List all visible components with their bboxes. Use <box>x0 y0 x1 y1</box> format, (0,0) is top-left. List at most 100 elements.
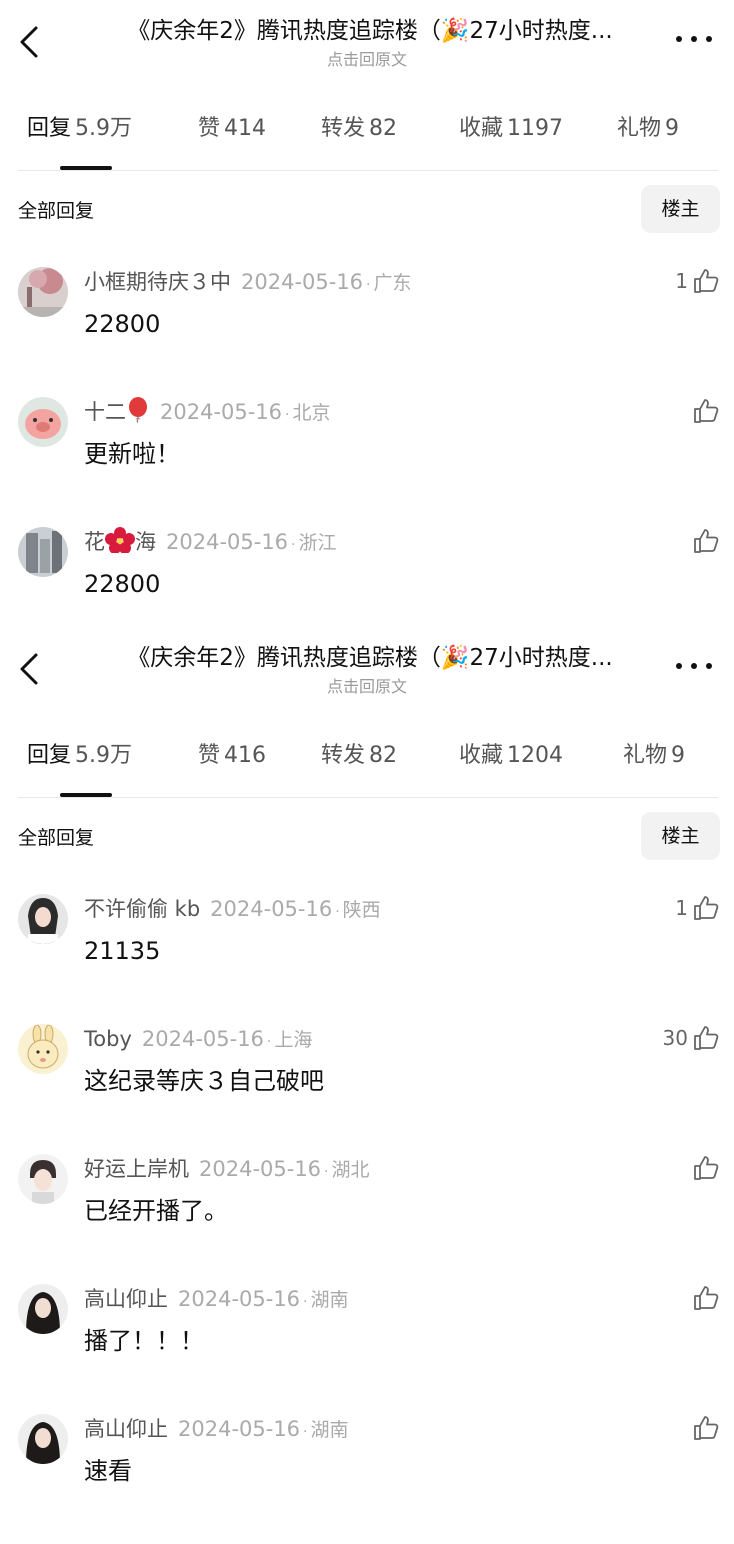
comment-location: 湖南 <box>310 1289 349 1311</box>
comment-meta: 不许偷偷 kb 2024-05-16 · 陕西 <box>84 897 381 921</box>
username[interactable]: 不许偷偷 kb <box>84 897 200 921</box>
username[interactable]: 高山仰止 <box>84 1287 168 1311</box>
avatar[interactable] <box>18 397 68 447</box>
comment-meta: 十二 2024-05-16 · 北京 <box>84 397 331 430</box>
thumbs-up-icon <box>694 1416 719 1440</box>
avatar[interactable] <box>18 1284 68 1334</box>
avatar[interactable] <box>18 267 68 317</box>
comment-location: 陕西 <box>342 899 381 921</box>
top-bar: 《庆余年2》腾讯热度追踪楼（🎉27小时热度... 点击回原文 <box>0 0 734 80</box>
tab-likes[interactable]: 赞 414 <box>198 110 266 142</box>
like-button[interactable] <box>688 395 720 427</box>
comment-location: 湖南 <box>310 1419 349 1441</box>
username[interactable]: 小框期待庆３中 <box>84 270 231 294</box>
comment-text: 22800 <box>84 570 161 598</box>
comment-location: 北京 <box>292 402 331 424</box>
like-button[interactable] <box>688 1412 720 1444</box>
like-button[interactable]: 1 <box>675 892 720 924</box>
avatar[interactable] <box>18 1154 68 1204</box>
avatar[interactable] <box>18 894 68 944</box>
comment-text: 更新啦！ <box>84 440 180 468</box>
hibiscus-icon <box>105 527 135 553</box>
thumbs-up-icon <box>694 529 719 553</box>
tab-favorites[interactable]: 收藏 1204 <box>459 737 563 769</box>
comment-meta: 花海 2024-05-16 · 浙江 <box>84 527 337 560</box>
like-button[interactable]: 1 <box>675 265 720 297</box>
comment-text: 21135 <box>84 937 161 965</box>
comment-meta: 高山仰止 2024-05-16 · 湖南 <box>84 1287 349 1311</box>
tab-reposts[interactable]: 转发 82 <box>321 737 397 769</box>
comment-date: 2024-05-16 <box>199 1157 322 1181</box>
stats-tabs: 回复 5.9万 赞 416 转发 82 收藏 1204 礼物 9 <box>0 737 734 797</box>
page-title[interactable]: 《庆余年2》腾讯热度追踪楼（🎉27小时热度... <box>100 641 640 675</box>
comment-text: 22800 <box>84 310 161 338</box>
comment-date: 2024-05-16 <box>141 1027 264 1051</box>
comment-meta: Toby 2024-05-16 · 上海 <box>84 1027 313 1051</box>
back-to-original-link[interactable]: 点击回原文 <box>0 673 734 697</box>
comment-meta: 好运上岸机 2024-05-16 · 湖北 <box>84 1157 370 1181</box>
thumbs-up-icon <box>694 1026 719 1050</box>
like-count: 1 <box>675 269 688 293</box>
avatar[interactable] <box>18 1414 68 1464</box>
owner-only-button[interactable]: 楼主 <box>641 812 720 860</box>
screenshot-panel-2: 《庆余年2》腾讯热度追踪楼（🎉27小时热度... 点击回原文 回复 5.9万 赞4… <box>0 627 734 1500</box>
like-button[interactable] <box>688 1152 720 1184</box>
owner-only-button[interactable]: 楼主 <box>641 185 720 233</box>
username[interactable]: 十二 <box>84 397 150 424</box>
like-count: 1 <box>675 896 688 920</box>
screenshot-panel-1: 《庆余年2》腾讯热度追踪楼（🎉27小时热度... 点击回原文 回复 5.9万 赞4… <box>0 0 734 627</box>
divider <box>18 797 718 798</box>
tab-gifts[interactable]: 礼物 9 <box>617 110 679 142</box>
tab-favorites[interactable]: 收藏 1197 <box>459 110 563 142</box>
all-replies-label: 全部回复 <box>18 200 95 222</box>
comment-date: 2024-05-16 <box>178 1417 301 1441</box>
page-title[interactable]: 《庆余年2》腾讯热度追踪楼（🎉27小时热度... <box>100 14 640 48</box>
comment-meta: 小框期待庆３中 2024-05-16 · 广东 <box>84 270 412 294</box>
tab-replies[interactable]: 回复 5.9万 <box>27 110 132 142</box>
back-to-original-link[interactable]: 点击回原文 <box>0 46 734 70</box>
comment-item: Toby 2024-05-16 · 上海 这纪录等庆３自己破吧 30 <box>0 1024 734 1154</box>
more-options-icon[interactable] <box>674 661 714 673</box>
comment-location: 广东 <box>373 272 412 294</box>
comment-date: 2024-05-16 <box>160 400 283 424</box>
all-replies-label: 全部回复 <box>18 827 95 849</box>
avatar[interactable] <box>18 1024 68 1074</box>
username[interactable]: 好运上岸机 <box>84 1157 189 1181</box>
comment-item: 高山仰止 2024-05-16 · 湖南 速看 <box>0 1414 734 1544</box>
comment-location: 湖北 <box>331 1159 370 1181</box>
comment-item: 小框期待庆３中 2024-05-16 · 广东 22800 1 <box>0 267 734 397</box>
comment-date: 2024-05-16 <box>210 897 333 921</box>
comment-item: 高山仰止 2024-05-16 · 湖南 播了！！！ <box>0 1284 734 1414</box>
thumbs-up-icon <box>694 269 719 293</box>
comment-date: 2024-05-16 <box>178 1287 301 1311</box>
username[interactable]: Toby <box>84 1027 132 1051</box>
thumbs-up-icon <box>694 1286 719 1310</box>
comment-item: 好运上岸机 2024-05-16 · 湖北 已经开播了。 <box>0 1154 734 1284</box>
tab-replies[interactable]: 回复 5.9万 <box>27 737 132 769</box>
comment-text: 已经开播了。 <box>84 1197 228 1225</box>
like-count: 30 <box>662 1026 688 1050</box>
comment-text: 这纪录等庆３自己破吧 <box>84 1067 324 1095</box>
like-button[interactable]: 30 <box>663 1022 720 1054</box>
username[interactable]: 高山仰止 <box>84 1417 168 1441</box>
top-bar: 《庆余年2》腾讯热度追踪楼（🎉27小时热度... 点击回原文 <box>0 627 734 707</box>
thumbs-up-icon <box>694 399 719 423</box>
comment-text: 速看 <box>84 1457 132 1485</box>
comment-item: 不许偷偷 kb 2024-05-16 · 陕西 21135 1 <box>0 894 734 1024</box>
thumbs-up-icon <box>694 896 719 920</box>
comment-item: 十二 2024-05-16 · 北京 更新啦！ <box>0 397 734 527</box>
comment-location: 浙江 <box>298 532 337 554</box>
like-button[interactable] <box>688 525 720 557</box>
tab-likes[interactable]: 赞 416 <box>198 737 266 769</box>
more-options-icon[interactable] <box>674 34 714 46</box>
like-button[interactable] <box>688 1282 720 1314</box>
tab-gifts[interactable]: 礼物 9 <box>623 737 685 769</box>
thumbs-up-icon <box>694 1156 719 1180</box>
comment-date: 2024-05-16 <box>241 270 364 294</box>
comment-date: 2024-05-16 <box>166 530 289 554</box>
tab-reposts[interactable]: 转发 82 <box>321 110 397 142</box>
avatar[interactable] <box>18 527 68 577</box>
divider <box>18 170 718 171</box>
comment-text: 播了！！！ <box>84 1327 204 1355</box>
username[interactable]: 花海 <box>84 527 156 554</box>
